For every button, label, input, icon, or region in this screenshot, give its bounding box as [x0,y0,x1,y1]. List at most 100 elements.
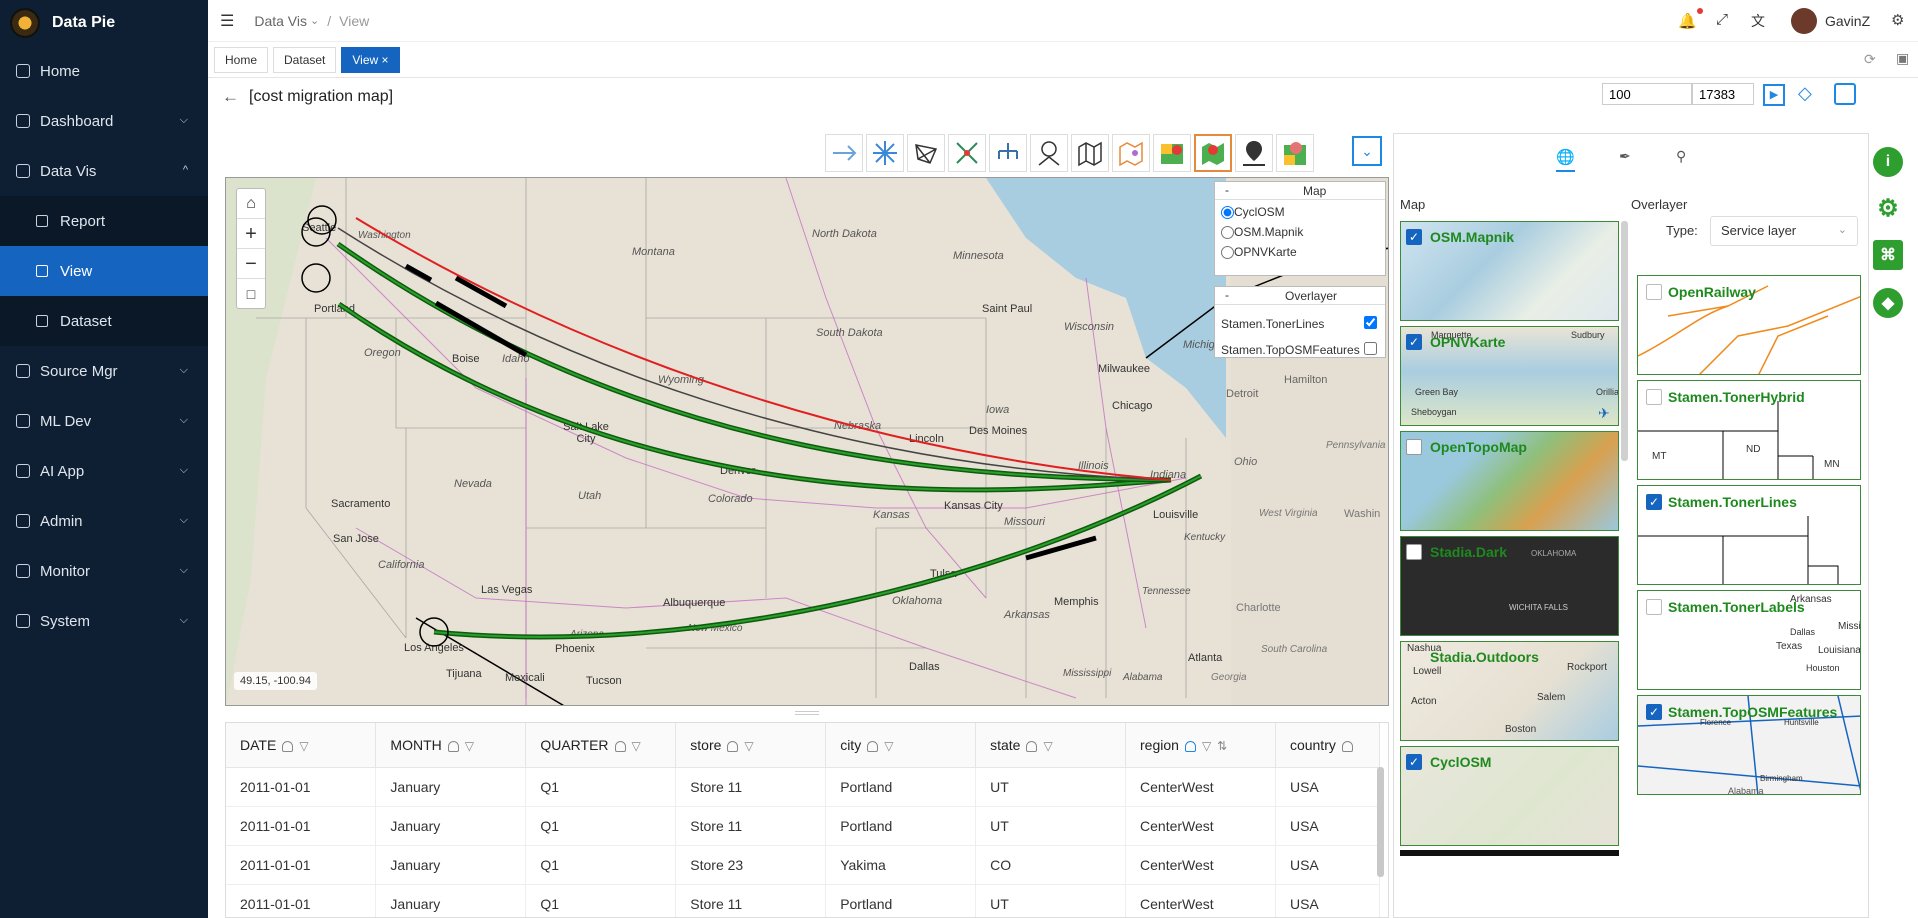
sidebar-item-data-vis[interactable]: Data Vis ^ [0,146,208,196]
box-zoom-icon[interactable]: □ [237,279,265,309]
table-scrollbar[interactable] [1377,767,1384,877]
username[interactable]: GavinZ [1825,13,1870,29]
splitter-handle[interactable] [795,711,819,715]
chart-type-network-button[interactable] [907,134,945,172]
info-icon[interactable]: i [1873,147,1903,177]
map-checkbox[interactable]: ✓ [1406,334,1422,350]
overlay-checkbox[interactable]: ✓ [1646,704,1662,720]
format-icon[interactable] [727,740,739,752]
translate-icon[interactable]: 文 [1751,11,1765,31]
brand[interactable]: Data Pie [0,0,208,46]
table-row[interactable]: 2011-01-01 January Q1 Store 11 Portland UT Cen… [226,884,1381,917]
menu-toggle-icon[interactable]: ☰ [220,11,234,31]
collapse-icon[interactable]: - [1225,183,1229,197]
overlay-card-toner-hybrid[interactable]: MT ND MN Stamen.TonerHybrid [1637,380,1861,480]
table-row[interactable]: 2011-01-01 January Q1 Store 11 Portland UT Cen… [226,806,1381,846]
overlay-checkbox[interactable] [1646,599,1662,615]
zoom-out-button[interactable]: − [237,249,265,279]
expand-icon[interactable]: ▣ [1896,50,1909,67]
overlay-toposm-features[interactable]: Stamen.TopOSMFeatures [1221,337,1379,363]
sidebar-item-system[interactable]: System ⌵ [0,596,208,646]
zoom-in-button[interactable]: + [237,219,265,249]
sidebar-item-ml-dev[interactable]: ML Dev ⌵ [0,396,208,446]
overlay-checkbox[interactable]: ✓ [1646,494,1662,510]
column-header-quarter[interactable]: QUARTER ▽ [525,723,677,768]
refresh-icon[interactable]: ⟳ [1864,51,1876,68]
column-header-city[interactable]: city ▽ [825,723,977,768]
map-card-cyclosm[interactable]: ✓ CyclOSM [1400,746,1619,846]
filter-icon[interactable]: ▽ [632,739,641,753]
diamond-badge-icon[interactable]: ◆ [1873,288,1903,318]
layer-option-osm-mapnik[interactable]: OSM.Mapnik [1221,225,1303,240]
format-icon[interactable] [282,740,294,752]
back-arrow-icon[interactable]: ← [222,87,239,107]
format-icon[interactable] [1184,740,1196,752]
map-checkbox[interactable]: ✓ [1406,229,1422,245]
sidebar-item-ai-app[interactable]: AI App ⌵ [0,446,208,496]
tab-home[interactable]: Home [214,46,269,73]
sidebar-item-monitor[interactable]: Monitor ⌵ [0,546,208,596]
sidebar-item-report[interactable]: Report [0,196,208,246]
chart-type-area-map-button[interactable] [1276,134,1314,172]
sidebar-item-view[interactable]: View [0,246,208,296]
chart-type-graph-button[interactable] [948,134,986,172]
filter-icon[interactable]: ▽ [884,739,893,753]
sidebar-item-dataset[interactable]: Dataset [0,296,208,346]
tab-dataset[interactable]: Dataset [273,46,337,73]
column-header-store[interactable]: store ▽ [675,723,827,768]
home-icon[interactable]: ⌂ [237,189,265,219]
breadcrumb-data-vis[interactable]: Data Vis [254,13,307,29]
overlay-card-toner-labels[interactable]: Arkansas Missi Dallas Texas Louisiana Ho… [1637,590,1861,690]
overlay-card-toposm-features[interactable]: Florence Huntsville Birmingham Alabama ✓… [1637,695,1861,795]
filter-icon[interactable]: ▽ [744,739,753,753]
sidebar-item-admin[interactable]: Admin ⌵ [0,496,208,546]
more-chart-types-button[interactable]: ⌄ [1352,136,1382,166]
column-header-country[interactable]: country [1275,723,1381,768]
overlay-card-openrailway[interactable]: OpenRailway [1637,275,1861,375]
gear-icon[interactable]: ⚙ [1891,11,1904,29]
diamond-icon[interactable]: ◇ [1798,83,1812,104]
column-header-date[interactable]: DATE ▽ [226,723,377,768]
avatar[interactable] [1791,8,1817,34]
sidebar-item-dashboard[interactable]: Dashboard ⌵ [0,96,208,146]
overlay-toner-lines[interactable]: Stamen.TonerLines [1221,311,1379,337]
overlay-checkbox[interactable] [1646,389,1662,405]
overlay-card-toner-lines[interactable]: ✓ Stamen.TonerLines [1637,485,1861,585]
table-row[interactable]: 2011-01-01 January Q1 Store 23 Yakima CO Cente… [226,845,1381,885]
map-checkbox[interactable]: ✓ [1406,754,1422,770]
limit-input[interactable] [1602,83,1692,105]
migration-map[interactable]: Seattle Washington Montana North Dakota … [225,177,1389,706]
sidebar-item-home[interactable]: Home [0,46,208,96]
map-card-stadia-dark[interactable]: Stadia.Dark OKLAHOMA WICHITA FALLS [1400,536,1619,636]
layer-option-opnvkarte[interactable]: OPNVKarte [1221,245,1297,260]
chart-type-person-map-button[interactable] [1030,134,1068,172]
chart-type-migration-map-button[interactable] [1194,134,1232,172]
command-icon[interactable]: ⌘ [1873,240,1903,270]
run-button[interactable]: ▶ [1763,84,1785,106]
map-card-opentopomap[interactable]: OpenTopoMap [1400,431,1619,531]
overlay-checkbox[interactable] [1364,342,1377,355]
layer-option-cyclosm[interactable]: CyclOSM [1221,205,1285,220]
chart-type-tree-button[interactable] [989,134,1027,172]
sidebar-item-source-mgr[interactable]: Source Mgr ⌵ [0,346,208,396]
save-icon[interactable] [1834,83,1856,105]
chart-type-pin-map-button[interactable] [1112,134,1150,172]
chart-type-location-map-button[interactable] [1235,134,1273,172]
chart-type-flow-button[interactable] [825,134,863,172]
format-icon[interactable] [447,740,459,752]
overlay-checkbox[interactable] [1364,316,1377,329]
table-row[interactable]: 2011-01-01 January Q1 Store 11 Portland UT Cen… [226,767,1381,807]
collapse-icon[interactable]: - [1225,288,1229,302]
format-icon[interactable] [1026,740,1038,752]
total-input[interactable] [1692,83,1754,105]
filter-icon[interactable]: ▽ [465,739,474,753]
type-select[interactable]: Service layer ⌄ [1710,216,1858,246]
bell-icon[interactable]: 🔔 [1678,12,1697,30]
map-checkbox[interactable] [1406,544,1422,560]
location-tab-icon[interactable]: ⚲ [1676,148,1686,165]
filter-icon[interactable]: ▽ [1202,739,1211,753]
chart-type-google-map-button[interactable] [1153,134,1191,172]
chart-type-fold-map-button[interactable] [1071,134,1109,172]
brush-tab-icon[interactable]: ✒ [1619,148,1631,165]
format-icon[interactable] [614,740,626,752]
